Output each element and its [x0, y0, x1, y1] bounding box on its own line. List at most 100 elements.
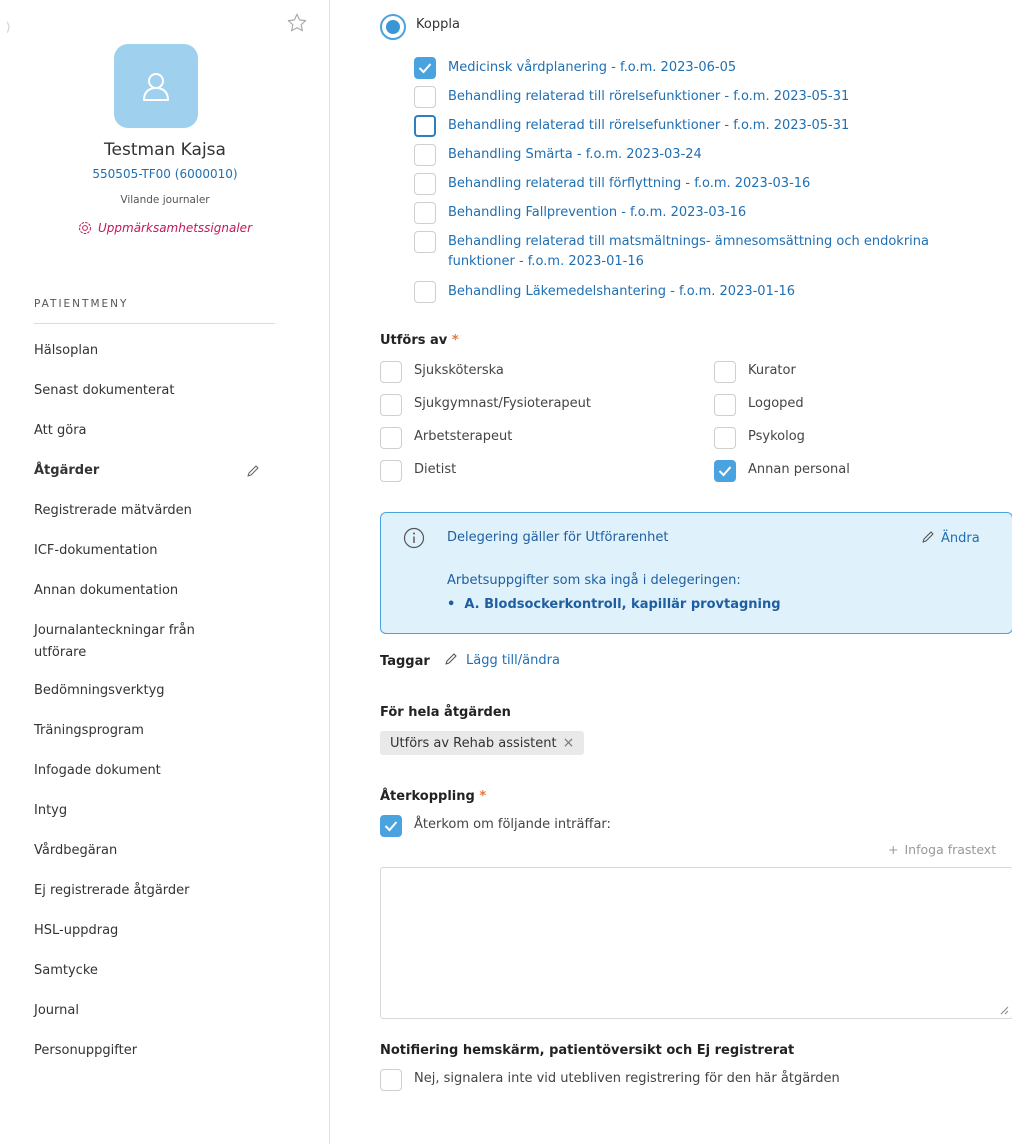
sidebar-item-atgarder[interactable]: Åtgärder [34, 460, 274, 500]
sidebar-item-label: Bedömningsverktyg [34, 683, 165, 698]
delegation-subtitle: Arbetsuppgifter som ska ingå i delegerin… [447, 573, 741, 588]
patient-menu-title: PATIENTMENY [34, 298, 129, 310]
koppla-radio[interactable] [380, 14, 406, 40]
edit-pencil-icon[interactable] [246, 464, 260, 478]
checkmark-icon [718, 466, 732, 477]
sidebar-item-label: Åtgärder [34, 463, 100, 478]
insert-phrase-button[interactable]: + Infoga frastext [888, 842, 996, 857]
sidebar-item-infogade-dokument[interactable]: Infogade dokument [34, 760, 274, 800]
utfors-av-text: Utförs av [380, 333, 448, 348]
utfors-option-label: Annan personal [748, 462, 850, 477]
utfors-av-label: Utförs av * [380, 333, 459, 348]
sidebar-item-icf-dokumentation[interactable]: ICF-dokumentation [34, 540, 274, 580]
sidebar-item-senast-dokumenterat[interactable]: Senast dokumenterat [34, 380, 274, 420]
sidebar-item-label: Journalanteckningar från utförare [34, 623, 195, 660]
utfors-option-label: Sjukgymnast/Fysioterapeut [414, 396, 592, 411]
patient-sidebar: ⟩ Testman Kajsa 550505-TF00 (6000010) Vi… [0, 0, 330, 1144]
koppla-item-link[interactable]: Behandling relaterad till rörelsefunktio… [448, 87, 968, 107]
tag-remove-icon[interactable]: × [563, 735, 575, 751]
sidebar-item-samtycke[interactable]: Samtycke [34, 960, 274, 1000]
sidebar-item-traningsprogram[interactable]: Träningsprogram [34, 720, 274, 760]
tag-chip-label: Utförs av Rehab assistent [390, 736, 557, 751]
resize-grip-icon[interactable] [999, 1005, 1009, 1015]
sidebar-item-vardbegaran[interactable]: Vårdbegäran [34, 840, 274, 880]
utfors-checkbox-dietist[interactable] [380, 460, 402, 482]
koppla-item-link[interactable]: Medicinsk vårdplanering - f.o.m. 2023-06… [448, 58, 968, 78]
utfors-option-label: Arbetsterapeut [414, 429, 513, 444]
sidebar-item-hsl-uppdrag[interactable]: HSL-uppdrag [34, 920, 274, 960]
utfors-checkbox-arbetsterapeut[interactable] [380, 427, 402, 449]
feedback-label: Återkoppling * [380, 789, 486, 804]
feedback-checkbox-label: Återkom om följande inträffar: [414, 817, 611, 832]
koppla-checkbox-2[interactable] [414, 115, 436, 137]
delegation-task: • A. Blodsockerkontroll, kapillär provta… [447, 597, 781, 612]
attention-signals-label: Uppmärksamhetssignaler [98, 221, 252, 235]
sidebar-item-bedomningsverktyg[interactable]: Bedömningsverktyg [34, 680, 274, 720]
sidebar-item-annan-dokumentation[interactable]: Annan dokumentation [34, 580, 274, 620]
koppla-checkbox-5[interactable] [414, 202, 436, 224]
sidebar-item-halsoplan[interactable]: Hälsoplan [34, 340, 274, 380]
koppla-item-link[interactable]: Behandling Smärta - f.o.m. 2023-03-24 [448, 145, 968, 165]
collapse-chevron-icon[interactable]: ⟩ [6, 20, 11, 34]
utfors-checkbox-sjukgymnast[interactable] [380, 394, 402, 416]
utfors-checkbox-psykolog[interactable] [714, 427, 736, 449]
sidebar-item-intyg[interactable]: Intyg [34, 800, 274, 840]
feedback-text: Återkoppling [380, 789, 475, 804]
koppla-item-link[interactable]: Behandling relaterad till förflyttning -… [448, 174, 968, 194]
sidebar-item-journalanteckningar[interactable]: Journalanteckningar från utförare [34, 620, 274, 680]
koppla-checkbox-7[interactable] [414, 281, 436, 303]
sidebar-item-label: Annan dokumentation [34, 583, 179, 598]
sidebar-item-ej-registrerade-atgarder[interactable]: Ej registrerade åtgärder [34, 880, 274, 920]
radio-dot [386, 20, 400, 34]
koppla-checkbox-3[interactable] [414, 144, 436, 166]
delegation-task-text: A. Blodsockerkontroll, kapillär provtagn… [464, 597, 781, 612]
utfors-option-label: Dietist [414, 462, 457, 477]
sidebar-item-personuppgifter[interactable]: Personuppgifter [34, 1040, 274, 1080]
sidebar-item-label: Personuppgifter [34, 1043, 138, 1058]
delegation-edit-button[interactable]: Ändra [921, 530, 980, 546]
sidebar-item-journal[interactable]: Journal [34, 1000, 274, 1040]
sidebar-item-label: Vårdbegäran [34, 843, 118, 858]
notification-checkbox[interactable] [380, 1069, 402, 1091]
required-mark: * [479, 789, 487, 804]
sidebar-item-label: Samtycke [34, 963, 98, 978]
koppla-item-link[interactable]: Behandling Fallprevention - f.o.m. 2023-… [448, 203, 968, 223]
utfors-option-label: Sjuksköterska [414, 363, 504, 378]
patient-id-link[interactable]: 550505-TF00 (6000010) [0, 167, 330, 181]
delegation-edit-label: Ändra [941, 531, 980, 546]
favorite-star-icon[interactable] [286, 12, 308, 34]
avatar [114, 44, 198, 128]
delegation-info-box: Delegering gäller för Utförarenhet Ändra… [380, 512, 1012, 634]
koppla-checkbox-1[interactable] [414, 86, 436, 108]
attention-signals-link[interactable]: Uppmärksamhetssignaler [0, 221, 330, 235]
koppla-label: Koppla [416, 17, 460, 32]
koppla-item-link[interactable]: Behandling relaterad till matsmältnings-… [448, 232, 968, 272]
koppla-item-link[interactable]: Behandling Läkemedelshantering - f.o.m. … [448, 282, 968, 302]
tags-edit-link[interactable]: Lägg till/ändra [444, 652, 560, 668]
journal-status: Vilande journaler [120, 194, 210, 206]
utfors-checkbox-annan-personal[interactable] [714, 460, 736, 482]
utfors-checkbox-kurator[interactable] [714, 361, 736, 383]
edit-pencil-icon [922, 531, 934, 543]
notification-label: Notifiering hemskärm, patientöversikt oc… [380, 1043, 795, 1058]
koppla-checkbox-4[interactable] [414, 173, 436, 195]
divider [34, 323, 275, 324]
koppla-item-link[interactable]: Behandling relaterad till rörelsefunktio… [448, 116, 968, 136]
utfors-checkbox-sjukskoterska[interactable] [380, 361, 402, 383]
koppla-checkbox-0[interactable] [414, 57, 436, 79]
tags-label: Taggar [380, 654, 430, 669]
utfors-option-label: Logoped [748, 396, 804, 411]
sidebar-item-att-gora[interactable]: Att göra [34, 420, 274, 460]
whole-action-label: För hela åtgärden [380, 705, 511, 720]
sidebar-item-label: Registrerade mätvärden [34, 503, 192, 518]
feedback-checkbox[interactable] [380, 815, 402, 837]
utfors-checkbox-logoped[interactable] [714, 394, 736, 416]
checkmark-icon [418, 63, 432, 74]
feedback-textarea[interactable] [380, 867, 1012, 1019]
sidebar-item-label: Infogade dokument [34, 763, 161, 778]
tags-edit-label: Lägg till/ändra [466, 653, 560, 668]
edit-pencil-icon [445, 653, 457, 665]
sidebar-item-registrerade-matvarden[interactable]: Registrerade mätvärden [34, 500, 274, 540]
info-icon [403, 527, 425, 549]
koppla-checkbox-6[interactable] [414, 231, 436, 253]
